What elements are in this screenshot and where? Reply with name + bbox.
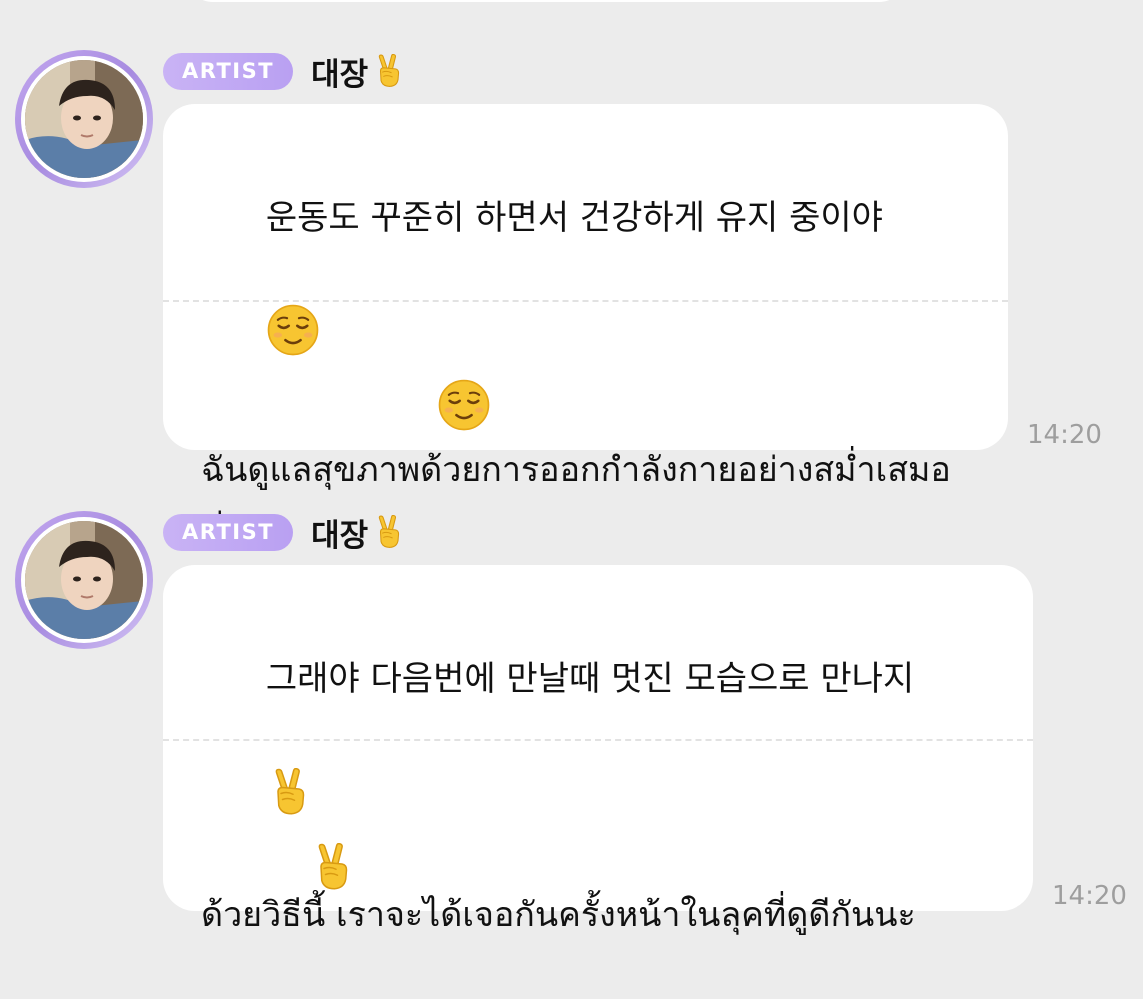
profile-photo xyxy=(25,60,143,178)
artist-badge: ARTIST xyxy=(163,52,294,90)
relieved-face-icon xyxy=(266,303,320,357)
profile-photo xyxy=(25,521,143,639)
original-message-text: 그래야 다음번에 만날때 멋진 모습으로 만나지 xyxy=(265,659,915,699)
sender-name-text: 대장 xyxy=(311,517,369,554)
avatar[interactable] xyxy=(15,50,153,188)
translated-message-text: ด้วยวิธีนี้ เราจะได้เจอกันครั้งหน้าในลุค… xyxy=(201,895,916,935)
avatar[interactable] xyxy=(15,511,153,649)
original-message-text: 운동도 꾸준히 하면서 건강하게 유지 중이야 xyxy=(265,198,883,238)
translated-text-section: ด้วยวิธีนี้ เราจะได้เจอกันครั้งหน้าในลุค… xyxy=(201,741,995,999)
sender-name: 대장 xyxy=(311,510,406,555)
message-timestamp: 14:20 xyxy=(1052,881,1127,911)
sender-name-text: 대장 xyxy=(311,56,369,93)
previous-message-bubble-edge xyxy=(185,0,907,2)
sender-name: 대장 xyxy=(311,49,406,94)
message-timestamp: 14:20 xyxy=(1027,420,1102,450)
artist-badge: ARTIST xyxy=(163,513,294,551)
victory-hand-icon xyxy=(266,768,314,816)
message-bubble[interactable]: 그래야 다음번에 만날때 멋진 모습으로 만나지 ด้วยวิธีนี้ เรา… xyxy=(163,565,1033,935)
original-text-section: 운동도 꾸준히 하면서 건강하게 유지 중이야 xyxy=(201,104,970,300)
victory-hand-icon xyxy=(372,515,406,549)
message-bubble[interactable]: 운동도 꾸준히 하면서 건강하게 유지 중이야 ฉันดูแลสุขภาพด้ว… xyxy=(163,104,1008,546)
victory-hand-icon xyxy=(309,843,357,891)
original-text-section: 그래야 다음번에 만날때 멋진 모습으로 만나지 xyxy=(201,565,995,739)
victory-hand-icon xyxy=(372,54,406,88)
relieved-face-icon xyxy=(437,378,491,432)
